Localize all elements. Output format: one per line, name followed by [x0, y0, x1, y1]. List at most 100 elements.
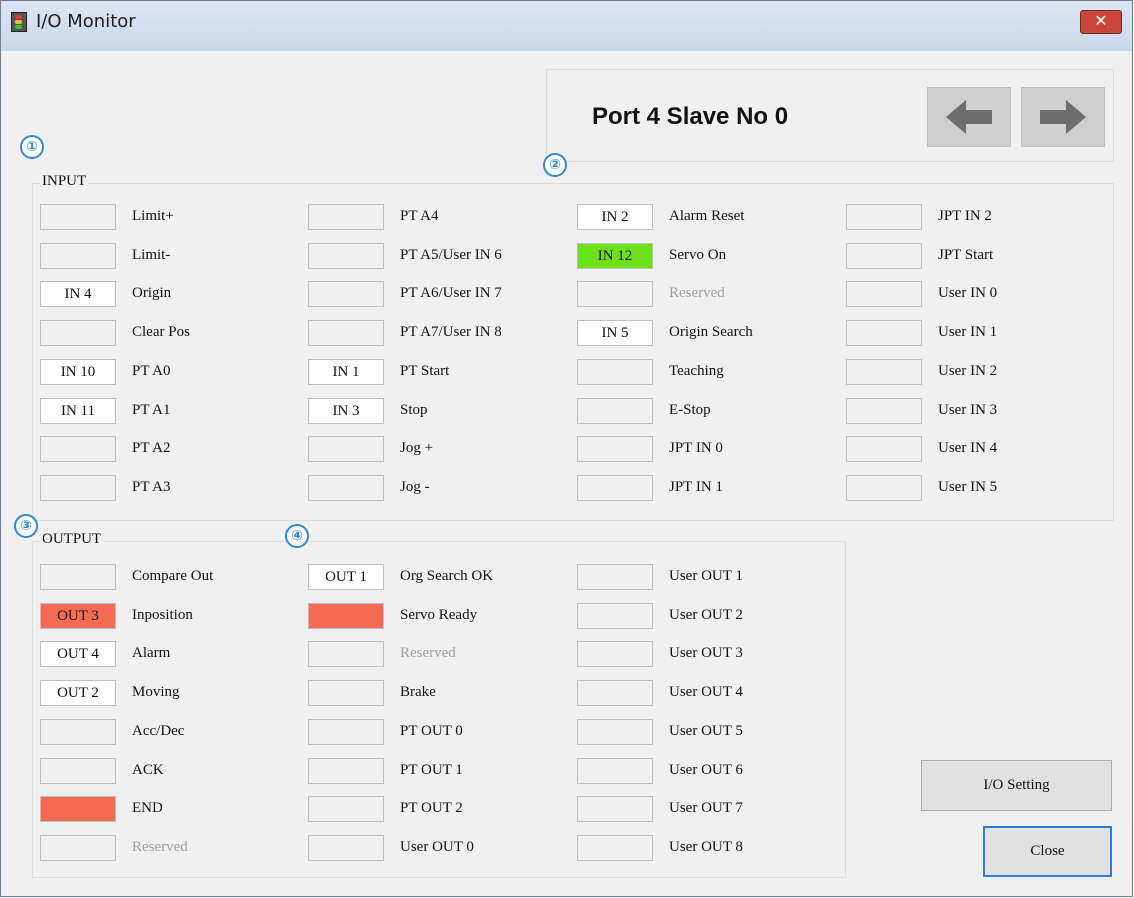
input-signal-label: User IN 2 [938, 363, 998, 379]
output-signal-label: User OUT 3 [669, 645, 743, 661]
input-group-label: INPUT [40, 173, 89, 190]
input-signal-label: Limit+ [132, 208, 174, 224]
output-indicator [577, 758, 653, 784]
previous-slave-button[interactable] [927, 87, 1011, 147]
input-signal-label: Limit- [132, 247, 171, 263]
output-signal-label: Reserved [132, 839, 188, 855]
title-bar: I/O Monitor ✕ [1, 1, 1132, 51]
input-indicator [40, 436, 116, 462]
output-signal-label: Servo Ready [400, 607, 478, 623]
input-signal-label: PT A4 [400, 208, 439, 224]
output-indicator: OUT 2 [40, 680, 116, 706]
output-group-label: OUTPUT [40, 531, 104, 548]
callout-2: ② [543, 153, 567, 177]
input-indicator [846, 436, 922, 462]
close-button[interactable]: Close [983, 826, 1112, 877]
input-signal-label: Servo On [669, 247, 727, 263]
output-signal-label: END [132, 800, 163, 816]
output-signal-label: User OUT 5 [669, 723, 743, 739]
input-indicator [40, 475, 116, 501]
input-indicator [308, 204, 384, 230]
output-indicator [308, 758, 384, 784]
output-indicator [577, 719, 653, 745]
output-signal-label: Moving [132, 684, 180, 700]
input-signal-label: PT A5/User IN 6 [400, 247, 502, 263]
window-close-button[interactable]: ✕ [1080, 10, 1122, 34]
output-signal-label: User OUT 6 [669, 762, 743, 778]
input-indicator [577, 475, 653, 501]
input-signal-label: PT A0 [132, 363, 171, 379]
output-signal-label: PT OUT 2 [400, 800, 463, 816]
port-slave-title: Port 4 Slave No 0 [592, 103, 789, 130]
input-indicator [40, 320, 116, 346]
output-signal-label: User OUT 0 [400, 839, 474, 855]
input-indicator: IN 1 [308, 359, 384, 385]
input-signal-label: Reserved [669, 285, 725, 301]
window-title: I/O Monitor [36, 11, 136, 32]
output-signal-label: Alarm [132, 645, 171, 661]
input-indicator: IN 10 [40, 359, 116, 385]
input-indicator [308, 320, 384, 346]
input-indicator [577, 281, 653, 307]
input-indicator [577, 359, 653, 385]
arrow-right-icon [1040, 100, 1086, 134]
input-signal-label: PT A7/User IN 8 [400, 324, 502, 340]
output-indicator [577, 796, 653, 822]
input-indicator [846, 320, 922, 346]
input-signal-label: User IN 1 [938, 324, 998, 340]
output-indicator [40, 719, 116, 745]
traffic-light-icon [11, 12, 27, 32]
output-signal-label: PT OUT 1 [400, 762, 463, 778]
input-indicator: IN 12 [577, 243, 653, 269]
input-signal-label: Origin [132, 285, 172, 301]
input-signal-label: PT A3 [132, 479, 171, 495]
input-signal-label: PT Start [400, 363, 450, 379]
output-signal-label: Inposition [132, 607, 193, 623]
output-signal-label: User OUT 4 [669, 684, 743, 700]
output-indicator [308, 796, 384, 822]
output-indicator [40, 758, 116, 784]
input-signal-label: JPT IN 2 [938, 208, 992, 224]
input-signal-label: PT A6/User IN 7 [400, 285, 502, 301]
input-signal-label: E-Stop [669, 402, 711, 418]
input-indicator: IN 3 [308, 398, 384, 424]
output-signal-label: User OUT 7 [669, 800, 743, 816]
output-indicator [577, 641, 653, 667]
input-indicator [846, 243, 922, 269]
output-indicator: OUT 4 [40, 641, 116, 667]
input-indicator [846, 359, 922, 385]
input-indicator [40, 204, 116, 230]
output-indicator [577, 680, 653, 706]
output-signal-label: User OUT 8 [669, 839, 743, 855]
output-indicator [40, 835, 116, 861]
input-signal-label: PT A2 [132, 440, 171, 456]
input-signal-label: PT A1 [132, 402, 171, 418]
input-signal-label: User IN 4 [938, 440, 998, 456]
input-signal-label: Alarm Reset [669, 208, 745, 224]
input-signal-label: User IN 0 [938, 285, 998, 301]
input-signal-label: User IN 3 [938, 402, 998, 418]
output-indicator [40, 796, 116, 822]
input-signal-label: Jog - [400, 479, 430, 495]
input-signal-label: Stop [400, 402, 428, 418]
output-indicator [308, 641, 384, 667]
io-setting-button[interactable]: I/O Setting [921, 760, 1112, 811]
input-indicator [846, 475, 922, 501]
input-signal-label: Clear Pos [132, 324, 190, 340]
output-indicator: OUT 3 [40, 603, 116, 629]
input-indicator [846, 398, 922, 424]
output-indicator: OUT 1 [308, 564, 384, 590]
input-signal-label: User IN 5 [938, 479, 998, 495]
arrow-left-icon [946, 100, 992, 134]
input-signal-label: Origin Search [669, 324, 753, 340]
output-signal-label: Acc/Dec [132, 723, 185, 739]
input-indicator [308, 436, 384, 462]
input-indicator [308, 243, 384, 269]
next-slave-button[interactable] [1021, 87, 1105, 147]
output-signal-label: Brake [400, 684, 436, 700]
input-indicator [308, 281, 384, 307]
output-signal-label: ACK [132, 762, 164, 778]
output-group [32, 541, 846, 878]
output-signal-label: User OUT 1 [669, 568, 743, 584]
input-signal-label: Jog + [400, 440, 434, 456]
